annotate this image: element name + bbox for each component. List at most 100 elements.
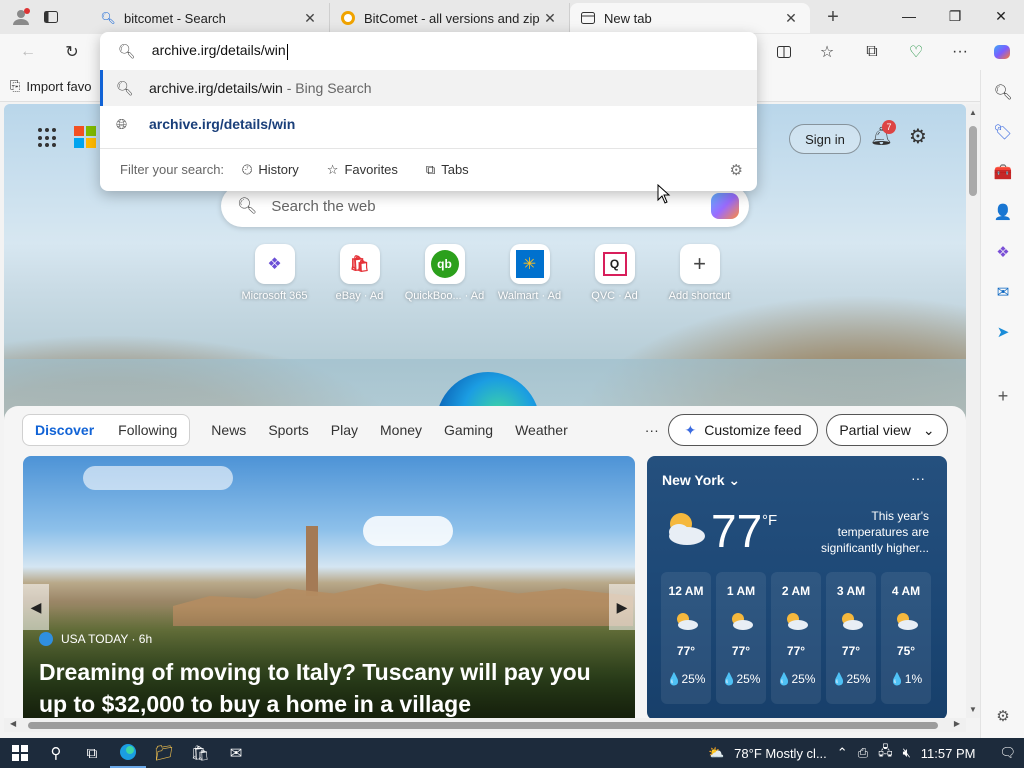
office-icon[interactable]: ❖ bbox=[989, 238, 1017, 266]
page-settings-icon[interactable]: ⚙ bbox=[909, 124, 927, 149]
browser-essentials-icon[interactable]: ♡ bbox=[902, 38, 930, 66]
sidebar-settings-icon[interactable]: ⚙ bbox=[989, 702, 1017, 730]
hour-forecast[interactable]: 1 AM 77° 💧25% bbox=[716, 572, 766, 704]
tab-play[interactable]: Play bbox=[320, 422, 369, 438]
hero-article[interactable]: ◀ ▶ USA TODAY · 6h Dreaming of moving to… bbox=[23, 456, 635, 718]
partial-view-dropdown[interactable]: Partial view ⌄ bbox=[826, 414, 948, 446]
shortcut-microsoft-365[interactable]: ❖ Microsoft 365 bbox=[232, 244, 317, 302]
import-favorites-button[interactable]: ⎘ Import favo bbox=[10, 78, 91, 94]
hour-forecast[interactable]: 12 AM 77° 💧25% bbox=[661, 572, 711, 704]
refresh-icon[interactable]: ↻ bbox=[58, 38, 86, 66]
tools-icon[interactable]: 🧰 bbox=[989, 158, 1017, 186]
shortcut-walmart[interactable]: ✳ Walmart · Ad bbox=[487, 244, 572, 302]
weather-card[interactable]: New York ⌄ ··· 77 °F This year's tempera… bbox=[647, 456, 947, 718]
scroll-thumb[interactable] bbox=[28, 722, 938, 729]
filter-history[interactable]: 🕘︎ History bbox=[242, 162, 299, 178]
hour-forecast[interactable]: 3 AM 77° 💧25% bbox=[826, 572, 876, 704]
notifications-icon[interactable]: 🗨 bbox=[999, 745, 1016, 761]
copilot-icon[interactable] bbox=[988, 38, 1016, 66]
people-icon[interactable]: 👤 bbox=[989, 198, 1017, 226]
file-explorer-icon[interactable]: 📁︎ bbox=[146, 738, 182, 768]
shortcut-qvc[interactable]: Q QVC · Ad bbox=[572, 244, 657, 302]
suggestion-url[interactable]: 🌐︎ archive.irg/details/win bbox=[100, 106, 757, 142]
split-screen-icon[interactable] bbox=[770, 38, 798, 66]
close-icon[interactable]: ✕ bbox=[541, 10, 559, 27]
tab-following[interactable]: Following bbox=[106, 422, 189, 438]
scroll-thumb[interactable] bbox=[969, 126, 977, 196]
mail-icon[interactable]: ✉ bbox=[218, 738, 254, 768]
filter-tabs[interactable]: ⧉ Tabs bbox=[426, 162, 469, 178]
windows-start-icon[interactable] bbox=[2, 738, 38, 768]
feed-more-button[interactable]: ··· bbox=[645, 422, 659, 438]
tab-news[interactable]: News bbox=[200, 422, 257, 438]
close-icon[interactable]: ✕ bbox=[782, 10, 800, 27]
tab-new-tab[interactable]: New tab ✕ bbox=[570, 3, 810, 33]
clock[interactable]: 11:57 PM bbox=[921, 746, 976, 761]
tab-bitcomet-versions[interactable]: BitComet - all versions and zip p ✕ bbox=[330, 3, 570, 33]
shortcut-quickbooks[interactable]: qb QuickBoo... · Ad bbox=[402, 244, 487, 302]
hour-forecast[interactable]: 4 AM 75° 💧1% bbox=[881, 572, 931, 704]
qvc-icon: Q bbox=[594, 244, 635, 284]
task-view-icon[interactable]: ⧉ bbox=[74, 738, 110, 768]
tab-weather[interactable]: Weather bbox=[504, 422, 579, 438]
close-window-icon[interactable]: ✕ bbox=[978, 0, 1024, 32]
shortcut-add[interactable]: + Add shortcut bbox=[657, 244, 742, 302]
tab-money[interactable]: Money bbox=[369, 422, 433, 438]
tab-actions-icon[interactable] bbox=[36, 2, 66, 32]
scroll-left-icon[interactable]: ◀ bbox=[10, 719, 16, 728]
vertical-scrollbar[interactable]: ▲ ▼ bbox=[966, 104, 980, 718]
minimize-icon[interactable]: — bbox=[886, 0, 932, 32]
chevron-up-icon[interactable]: ⌃ bbox=[837, 745, 848, 761]
weather-more-icon[interactable]: ··· bbox=[911, 470, 925, 486]
volume-muted-icon[interactable]: 🔇︎ bbox=[903, 745, 911, 761]
outlook-icon[interactable]: ✉ bbox=[989, 278, 1017, 306]
restore-icon[interactable]: ❐ bbox=[932, 0, 978, 32]
notifications-icon[interactable]: 🔔︎ 7 bbox=[870, 120, 896, 147]
profile-icon[interactable] bbox=[6, 2, 36, 32]
back-icon[interactable]: ← bbox=[14, 38, 42, 66]
horizontal-scrollbar[interactable]: ◀ ▶ bbox=[4, 718, 966, 732]
add-icon[interactable]: + bbox=[989, 382, 1017, 410]
weather-note[interactable]: This year's temperatures are significant… bbox=[809, 508, 929, 556]
article-headline[interactable]: Dreaming of moving to Italy? Tuscany wil… bbox=[39, 656, 619, 718]
send-icon[interactable]: ➤ bbox=[989, 318, 1017, 346]
sign-in-button[interactable]: Sign in bbox=[789, 124, 861, 154]
store-icon[interactable]: 🛍︎ bbox=[182, 738, 218, 768]
copilot-icon[interactable] bbox=[711, 193, 739, 219]
shortcut-label: eBay · Ad bbox=[335, 290, 384, 302]
suggestion-bing-search[interactable]: 🔍︎ archive.irg/details/win - Bing Search bbox=[100, 70, 757, 106]
close-icon[interactable]: ✕ bbox=[301, 10, 319, 27]
tab-bitcomet-search[interactable]: 🔍︎ bitcomet - Search ✕ bbox=[90, 3, 330, 33]
address-bar[interactable]: 🔍︎ archive.irg/details/win bbox=[100, 32, 757, 70]
hour-label: 2 AM bbox=[781, 584, 811, 598]
apps-launcher-icon[interactable] bbox=[38, 128, 58, 148]
edge-taskbar-icon[interactable] bbox=[110, 738, 146, 768]
weather-tray-icon[interactable]: ⛅ bbox=[708, 745, 724, 761]
collections-icon[interactable]: ⧉ bbox=[858, 38, 886, 66]
new-tab-button[interactable]: + bbox=[818, 2, 848, 32]
scroll-up-icon[interactable]: ▲ bbox=[969, 108, 977, 117]
carousel-prev-icon[interactable]: ◀ bbox=[23, 584, 49, 630]
customize-feed-button[interactable]: ✦ Customize feed bbox=[668, 414, 818, 446]
tray-weather-text[interactable]: 78°F Mostly cl... bbox=[734, 746, 827, 761]
network-icon[interactable]: 🖧 bbox=[878, 742, 893, 764]
tab-discover[interactable]: Discover bbox=[23, 422, 106, 438]
tab-sports[interactable]: Sports bbox=[257, 422, 319, 438]
search-icon[interactable]: ⚲ bbox=[38, 738, 74, 768]
search-icon[interactable]: 🔍︎ bbox=[989, 78, 1017, 106]
more-menu-icon[interactable]: ··· bbox=[946, 38, 974, 66]
filter-settings-icon[interactable]: ⚙ bbox=[730, 161, 743, 179]
device-icon[interactable]: ⎙ bbox=[858, 745, 868, 761]
temperature-unit: °F bbox=[762, 512, 778, 529]
add-shortcut-icon: + bbox=[679, 244, 720, 284]
weather-location[interactable]: New York ⌄ bbox=[662, 472, 740, 489]
filter-favorites[interactable]: ☆ Favorites bbox=[327, 162, 398, 178]
shortcut-ebay[interactable]: 🛍 eBay · Ad bbox=[317, 244, 402, 302]
scroll-right-icon[interactable]: ▶ bbox=[954, 719, 960, 728]
shopping-icon[interactable]: 🏷 bbox=[989, 118, 1017, 146]
hour-forecast[interactable]: 2 AM 77° 💧25% bbox=[771, 572, 821, 704]
favorites-icon[interactable]: ☆ bbox=[813, 38, 841, 66]
tab-gaming[interactable]: Gaming bbox=[433, 422, 504, 438]
scroll-down-icon[interactable]: ▼ bbox=[969, 705, 977, 714]
carousel-next-icon[interactable]: ▶ bbox=[609, 584, 635, 630]
